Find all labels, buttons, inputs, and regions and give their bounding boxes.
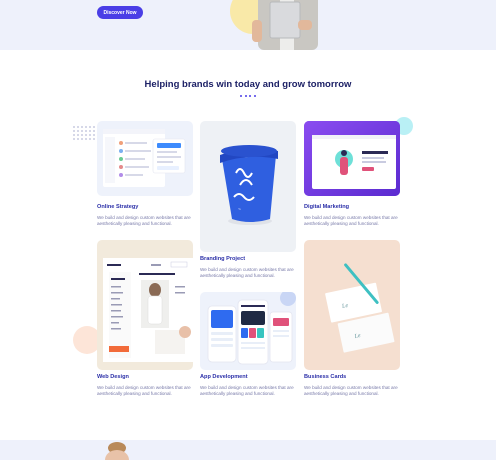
service-card-app-development[interactable] — [200, 292, 296, 370]
service-description: We build and design custom websites that… — [200, 267, 294, 279]
service-title[interactable]: Digital Marketing — [304, 204, 349, 210]
hero-section: Discover Now — [0, 0, 496, 50]
next-section-preview — [0, 440, 496, 460]
service-card-web-design[interactable] — [97, 240, 193, 370]
title-dots-divider — [240, 95, 256, 98]
service-card-branding-project[interactable]: ~ — [200, 121, 296, 252]
mobile-app-mockup-image — [207, 292, 296, 365]
coffee-cup-mockup-image: ~ — [220, 145, 278, 225]
dashboard-mockup-image — [103, 129, 186, 187]
ecommerce-mockup-image — [103, 258, 193, 362]
service-title[interactable]: Branding Project — [200, 256, 245, 262]
service-card-online-strategy[interactable] — [97, 121, 193, 196]
service-description: We build and design custom websites that… — [200, 385, 294, 397]
person-portrait-image — [105, 442, 129, 460]
service-title[interactable]: Business Cards — [304, 374, 346, 380]
svg-text:~: ~ — [238, 207, 241, 213]
website-mockup-image — [304, 121, 400, 196]
service-title[interactable]: Online Strategy — [97, 204, 138, 210]
service-description: We build and design custom websites that… — [97, 215, 191, 227]
business-cards-mockup-image: Le Le — [325, 263, 395, 353]
service-description: We build and design custom websites that… — [304, 215, 398, 227]
service-title[interactable]: App Development — [200, 374, 248, 380]
section-title: Helping brands win today and grow tomorr… — [144, 79, 352, 90]
service-description: We build and design custom websites that… — [304, 385, 398, 397]
hero-person-image — [252, 0, 318, 50]
discover-now-button[interactable]: Discover Now — [97, 6, 143, 19]
service-card-digital-marketing[interactable] — [304, 121, 400, 196]
service-description: We build and design custom websites that… — [97, 385, 191, 397]
service-card-business-cards[interactable]: Le Le — [304, 240, 400, 370]
dot-grid-decoration — [72, 125, 96, 141]
service-title[interactable]: Web Design — [97, 374, 129, 380]
